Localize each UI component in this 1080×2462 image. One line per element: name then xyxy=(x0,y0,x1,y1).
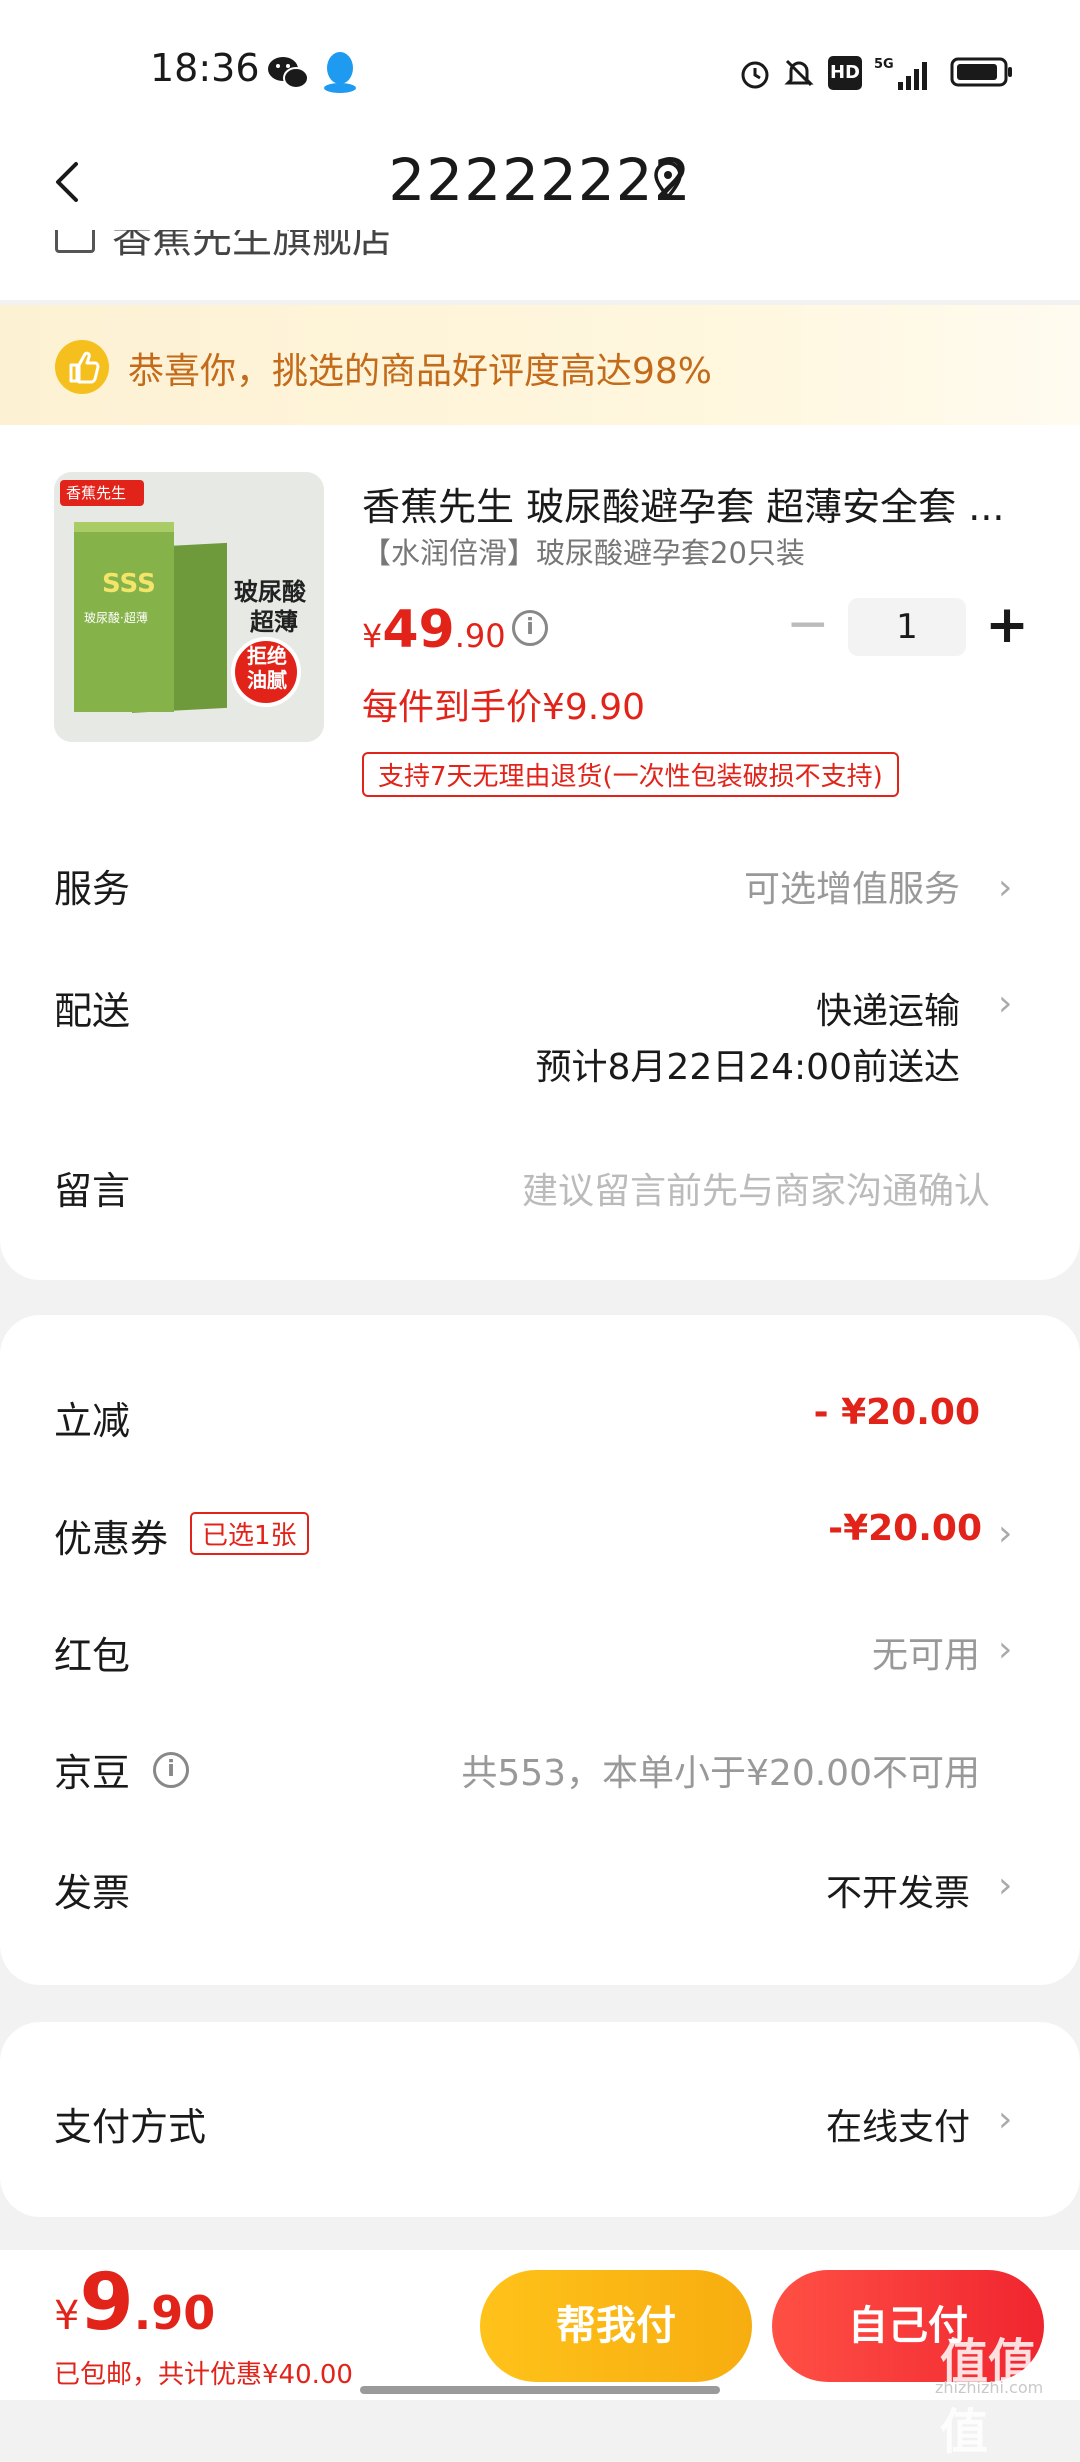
home-indicator[interactable] xyxy=(360,2386,720,2394)
invoice-value[interactable]: 不开发票 xyxy=(660,1864,970,1916)
coupon-value[interactable]: -¥20.00 xyxy=(700,1508,982,1549)
total-decimal: .90 xyxy=(133,2286,216,2340)
svg-text:5G: 5G xyxy=(874,57,894,72)
coupon-selected-tag: 已选1张 xyxy=(190,1512,309,1555)
chevron-right-icon: › xyxy=(998,1513,1013,1554)
redpacket-label: 红包 xyxy=(54,1634,131,1678)
chevron-right-icon: › xyxy=(998,1629,1013,1670)
qq-icon xyxy=(320,50,360,94)
quantity-decrease-button[interactable]: − xyxy=(786,598,830,650)
price-decimal: .90 xyxy=(454,617,506,655)
quantity-increase-button[interactable]: + xyxy=(984,596,1030,654)
jingdou-info-icon[interactable]: i xyxy=(153,1752,189,1788)
invoice-label: 发票 xyxy=(54,1871,131,1915)
product-spec[interactable]: 【水润倍滑】玻尿酸避孕套20只装 xyxy=(362,530,805,572)
battery-icon xyxy=(950,56,1014,88)
svg-text:SSS: SSS xyxy=(102,569,156,599)
wechat-icon xyxy=(266,54,310,92)
message-label: 留言 xyxy=(54,1169,131,1213)
message-input[interactable]: 建议留言前先与商家沟通确认 xyxy=(460,1162,990,1214)
instant-discount-label: 立减 xyxy=(54,1399,131,1443)
instant-discount-value: - ¥20.00 xyxy=(813,1392,980,1433)
redpacket-value[interactable]: 无可用 xyxy=(700,1626,980,1678)
total-currency: ¥ xyxy=(54,2293,80,2339)
total-price: ¥9.90 xyxy=(54,2258,215,2348)
chevron-right-icon: › xyxy=(998,983,1013,1024)
chevron-right-icon: › xyxy=(998,2099,1013,2140)
delivery-value[interactable]: 快递运输 xyxy=(560,982,960,1034)
price-integer: 49 xyxy=(382,600,455,660)
store-name: 香蕉先生旗舰店 xyxy=(112,230,392,262)
unit-price: 每件到手价¥9.90 xyxy=(362,687,646,728)
page-title[interactable]: 22222222 xyxy=(0,140,1080,220)
quantity-input[interactable]: 1 xyxy=(848,598,966,656)
store-icon xyxy=(55,230,95,253)
delivery-label: 配送 xyxy=(54,989,131,1033)
thumbs-up-icon xyxy=(55,340,109,394)
price-info-icon[interactable]: i xyxy=(512,610,548,646)
product-image-label2: 超薄 xyxy=(250,608,298,636)
rating-text: 恭喜你，挑选的商品好评度高达98% xyxy=(128,351,713,392)
product-image-brand: 香蕉先生 xyxy=(66,484,127,502)
service-label: 服务 xyxy=(54,867,131,911)
status-time: 18:36 xyxy=(150,46,260,90)
mute-icon xyxy=(782,56,816,90)
location-pin-icon[interactable] xyxy=(650,160,686,200)
product-title[interactable]: 香蕉先生 玻尿酸避孕套 超薄安全套 ... xyxy=(362,476,1022,531)
product-image[interactable]: SSS 玻尿酸·超薄 香蕉先生 玻尿酸 超薄 拒绝 油腻 xyxy=(54,472,324,742)
svg-text:玻尿酸·超薄: 玻尿酸·超薄 xyxy=(84,610,148,625)
signal-icon: 5G xyxy=(874,54,930,92)
service-value[interactable]: 可选增值服务 xyxy=(560,860,960,912)
help-pay-button[interactable]: 帮我付 xyxy=(480,2270,752,2382)
alarm-icon xyxy=(738,56,772,90)
chevron-right-icon: › xyxy=(998,1865,1013,1906)
store-strip[interactable]: 香蕉先生旗舰店 xyxy=(0,230,1080,300)
jingdou-value: 共553，本单小于¥20.00不可用 xyxy=(461,1753,980,1794)
total-discount-note: 已包邮，共计优惠¥40.00 xyxy=(54,2360,353,2390)
product-image-badge: 拒绝 油腻 xyxy=(247,644,287,692)
jingdou-label: 京豆 xyxy=(54,1751,131,1795)
total-integer: 9 xyxy=(79,2258,134,2348)
price-currency: ¥ xyxy=(362,617,383,655)
watermark-url: zhizhizhi.com xyxy=(935,2378,1044,2397)
delivery-eta: 预计8月22日24:00前送达 xyxy=(535,1047,960,1088)
product-price: ¥49.90 xyxy=(362,600,506,660)
return-policy-tag: 支持7天无理由退货(一次性包装破损不支持) xyxy=(362,752,899,797)
payment-method-value[interactable]: 在线支付 xyxy=(660,2098,970,2150)
coupon-label: 优惠券 xyxy=(54,1517,169,1561)
hd-icon: HD xyxy=(828,56,862,90)
chevron-right-icon: › xyxy=(998,867,1013,908)
payment-method-label: 支付方式 xyxy=(54,2105,207,2149)
